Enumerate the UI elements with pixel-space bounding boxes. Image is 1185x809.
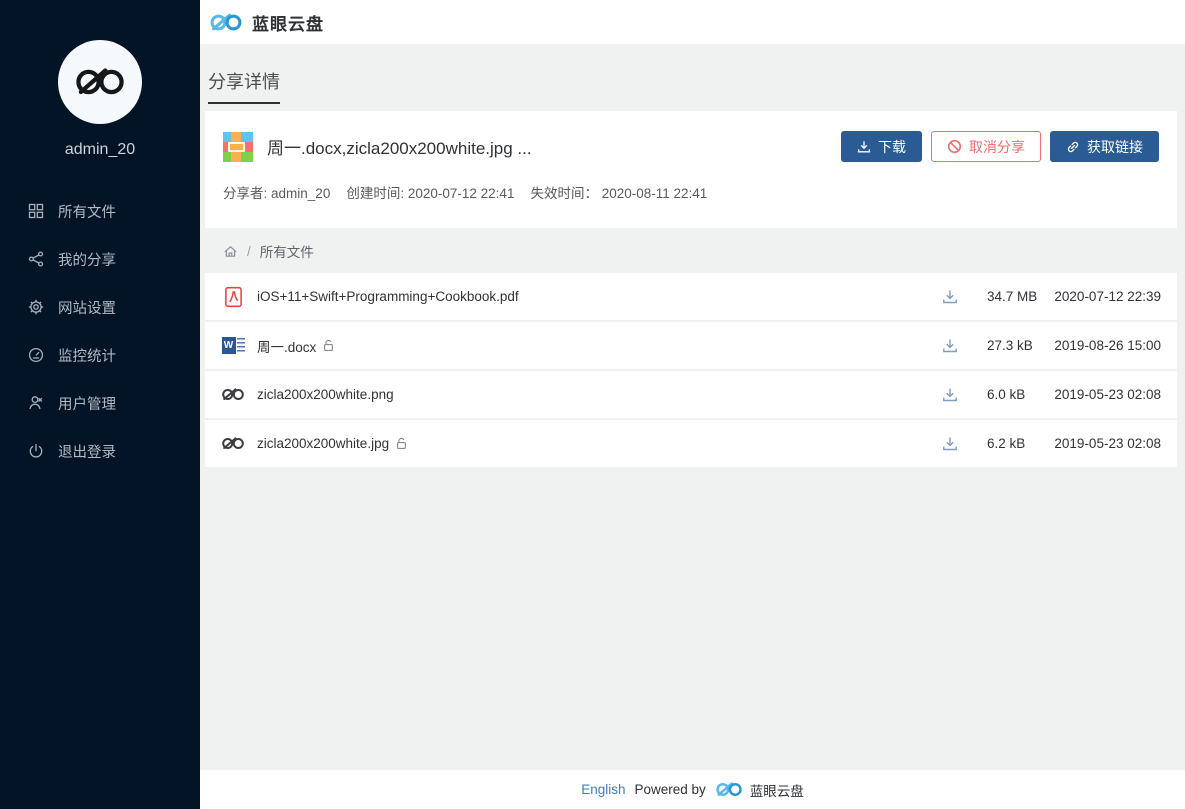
main-area: 蓝眼云盘 分享详情 周一.docx,zicla200x200white.jpg … [200,0,1185,809]
sidebar-item-all-files[interactable]: 所有文件 [0,187,200,235]
file-date: 2019-05-23 02:08 [1049,387,1161,402]
download-icon[interactable] [942,436,959,452]
file-size: 27.3 kB [987,338,1049,353]
home-icon[interactable] [223,244,238,259]
share-title: 周一.docx,zicla200x200white.jpg ... [267,134,532,159]
cancel-share-button-label: 取消分享 [969,137,1025,157]
sidebar-item-label: 网站设置 [58,297,116,318]
app-header: 蓝眼云盘 [200,0,1185,44]
expire-info: 失效时间： 2020-08-11 22:41 [530,182,707,202]
sidebar-item-user-management[interactable]: 用户管理 [0,379,200,427]
grid-icon [28,203,44,219]
download-icon[interactable] [942,289,959,305]
infinity-logo-icon[interactable] [209,12,243,33]
gear-icon [28,299,44,315]
sidebar-item-label: 所有文件 [58,201,116,222]
sharer-label: 分享者: [223,186,267,201]
username[interactable]: admin_20 [0,141,200,159]
sidebar-item-monitoring[interactable]: 监控统计 [0,331,200,379]
page-title: 分享详情 [208,68,280,104]
file-size: 6.0 kB [987,387,1049,402]
file-date: 2019-08-26 15:00 [1049,338,1161,353]
table-row[interactable]: zicla200x200white.jpg 6.2 kB 2019-05-23 … [205,420,1177,467]
download-icon[interactable] [942,338,959,354]
gauge-icon [28,347,44,363]
download-button[interactable]: 下载 [841,131,922,162]
expire-value: 2020-08-11 22:41 [602,186,708,201]
footer-brand-link[interactable]: 蓝眼云盘 [715,780,804,800]
created-value: 2020-07-12 22:41 [408,186,515,201]
footer-brand-name: 蓝眼云盘 [750,780,804,800]
download-button-label: 下载 [878,137,906,157]
table-row[interactable]: iOS+11+Swift+Programming+Cookbook.pdf 34… [205,273,1177,320]
created-label: 创建时间: [346,186,404,201]
sidebar-item-label: 退出登录 [58,441,116,462]
package-zip-icon [223,132,253,162]
download-icon[interactable] [942,387,959,403]
file-date: 2019-05-23 02:08 [1049,436,1161,451]
sidebar-item-site-settings[interactable]: 网站设置 [0,283,200,331]
file-name[interactable]: zicla200x200white.jpg [257,436,389,451]
infinity-logo-icon [715,781,743,798]
file-size: 34.7 MB [987,289,1049,304]
get-link-button[interactable]: 获取链接 [1050,131,1159,162]
download-icon [857,140,871,154]
unlock-icon [396,437,407,450]
file-name[interactable]: 周一.docx [257,336,316,356]
sidebar-nav: 所有文件 我的分享 网站设置 [0,187,200,475]
user-icon [28,395,44,411]
table-row[interactable]: zicla200x200white.png 6.0 kB 2019-05-23 … [205,371,1177,418]
breadcrumb: / 所有文件 [205,228,1177,273]
share-actions: 下载 取消分享 [841,131,1159,162]
infinity-logo-icon [74,66,126,98]
file-date: 2020-07-12 22:39 [1049,289,1161,304]
get-link-button-label: 获取链接 [1087,137,1143,157]
sharer-info: 分享者: admin_20 [223,182,330,202]
file-name[interactable]: zicla200x200white.png [257,387,394,402]
image-file-icon [221,387,245,402]
sidebar-item-logout[interactable]: 退出登录 [0,427,200,475]
cancel-share-button[interactable]: 取消分享 [931,131,1041,162]
language-link[interactable]: English [581,782,625,797]
share-icon [28,251,44,267]
pdf-file-icon [221,286,245,308]
share-title-row: 周一.docx,zicla200x200white.jpg ... 下载 [223,131,1159,162]
sidebar-item-my-shares[interactable]: 我的分享 [0,235,200,283]
share-detail-card: 周一.docx,zicla200x200white.jpg ... 下载 [205,111,1177,228]
avatar[interactable] [58,40,142,124]
content-spacer [205,469,1177,770]
share-meta: 分享者: admin_20 创建时间: 2020-07-12 22:41 失效时… [223,182,1159,202]
content: 分享详情 周一.docx,zicla200x200white.jpg ... 下… [200,44,1185,770]
sidebar-item-label: 用户管理 [58,393,116,414]
file-name[interactable]: iOS+11+Swift+Programming+Cookbook.pdf [257,289,519,304]
sidebar-item-label: 监控统计 [58,345,116,366]
prohibit-icon [947,139,962,154]
footer: English Powered by 蓝眼云盘 [200,770,1185,809]
breadcrumb-separator: / [247,244,251,259]
file-size: 6.2 kB [987,436,1049,451]
word-file-icon: W [221,337,245,354]
table-row[interactable]: W 周一.docx 27.3 kB 2019-08-26 15:00 [205,322,1177,369]
breadcrumb-root[interactable]: 所有文件 [260,241,314,261]
expire-label: 失效时间： [530,186,598,201]
sidebar-item-label: 我的分享 [58,249,116,270]
image-file-icon [221,436,245,451]
unlock-icon [323,339,334,352]
power-icon [28,443,44,459]
app-title[interactable]: 蓝眼云盘 [252,10,324,35]
sidebar: admin_20 所有文件 我的分享 [0,0,200,809]
powered-by-text: Powered by [634,782,705,797]
created-info: 创建时间: 2020-07-12 22:41 [346,182,514,202]
sharer-value: admin_20 [271,186,330,201]
link-icon [1066,140,1080,154]
